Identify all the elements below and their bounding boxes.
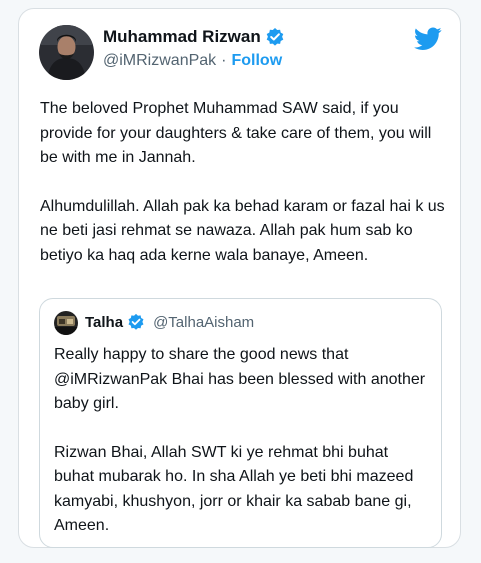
quoted-paragraph: Rizwan Bhai, Allah SWT ki ye rehmat bhi … xyxy=(54,443,414,535)
follow-button[interactable]: Follow xyxy=(231,52,282,70)
author-name-row: Muhammad Rizwan xyxy=(103,27,285,47)
author-handle-row: @iMRizwanPak · Follow xyxy=(103,52,282,70)
tweet-paragraph: Alhumdulillah. Allah pak ka behad karam … xyxy=(40,197,445,264)
author-avatar[interactable] xyxy=(39,25,94,80)
quoted-tweet[interactable]: Talha @TalhaAisham Really happy to share… xyxy=(39,298,442,548)
author-handle[interactable]: @iMRizwanPak xyxy=(103,52,216,70)
verified-badge-icon xyxy=(127,313,145,331)
twitter-bird-icon[interactable] xyxy=(414,27,442,51)
verified-badge-icon xyxy=(265,27,285,47)
tweet-card: Muhammad Rizwan @iMRizwanPak · Follow Th… xyxy=(18,8,461,548)
quoted-paragraph: Really happy to share the good news that… xyxy=(54,346,426,412)
author-name[interactable]: Muhammad Rizwan xyxy=(103,27,261,47)
separator-dot: · xyxy=(221,52,227,69)
tweet-paragraph: The beloved Prophet Muhammad SAW said, i… xyxy=(40,100,432,166)
quoted-header: Talha @TalhaAisham xyxy=(85,313,254,331)
tweet-text: The beloved Prophet Muhammad SAW said, i… xyxy=(40,97,445,292)
quoted-author-handle[interactable]: @TalhaAisham xyxy=(153,314,254,331)
quoted-author-avatar[interactable] xyxy=(54,311,78,335)
quoted-author-name[interactable]: Talha xyxy=(85,314,123,331)
quoted-text: Really happy to share the good news that… xyxy=(54,343,429,563)
